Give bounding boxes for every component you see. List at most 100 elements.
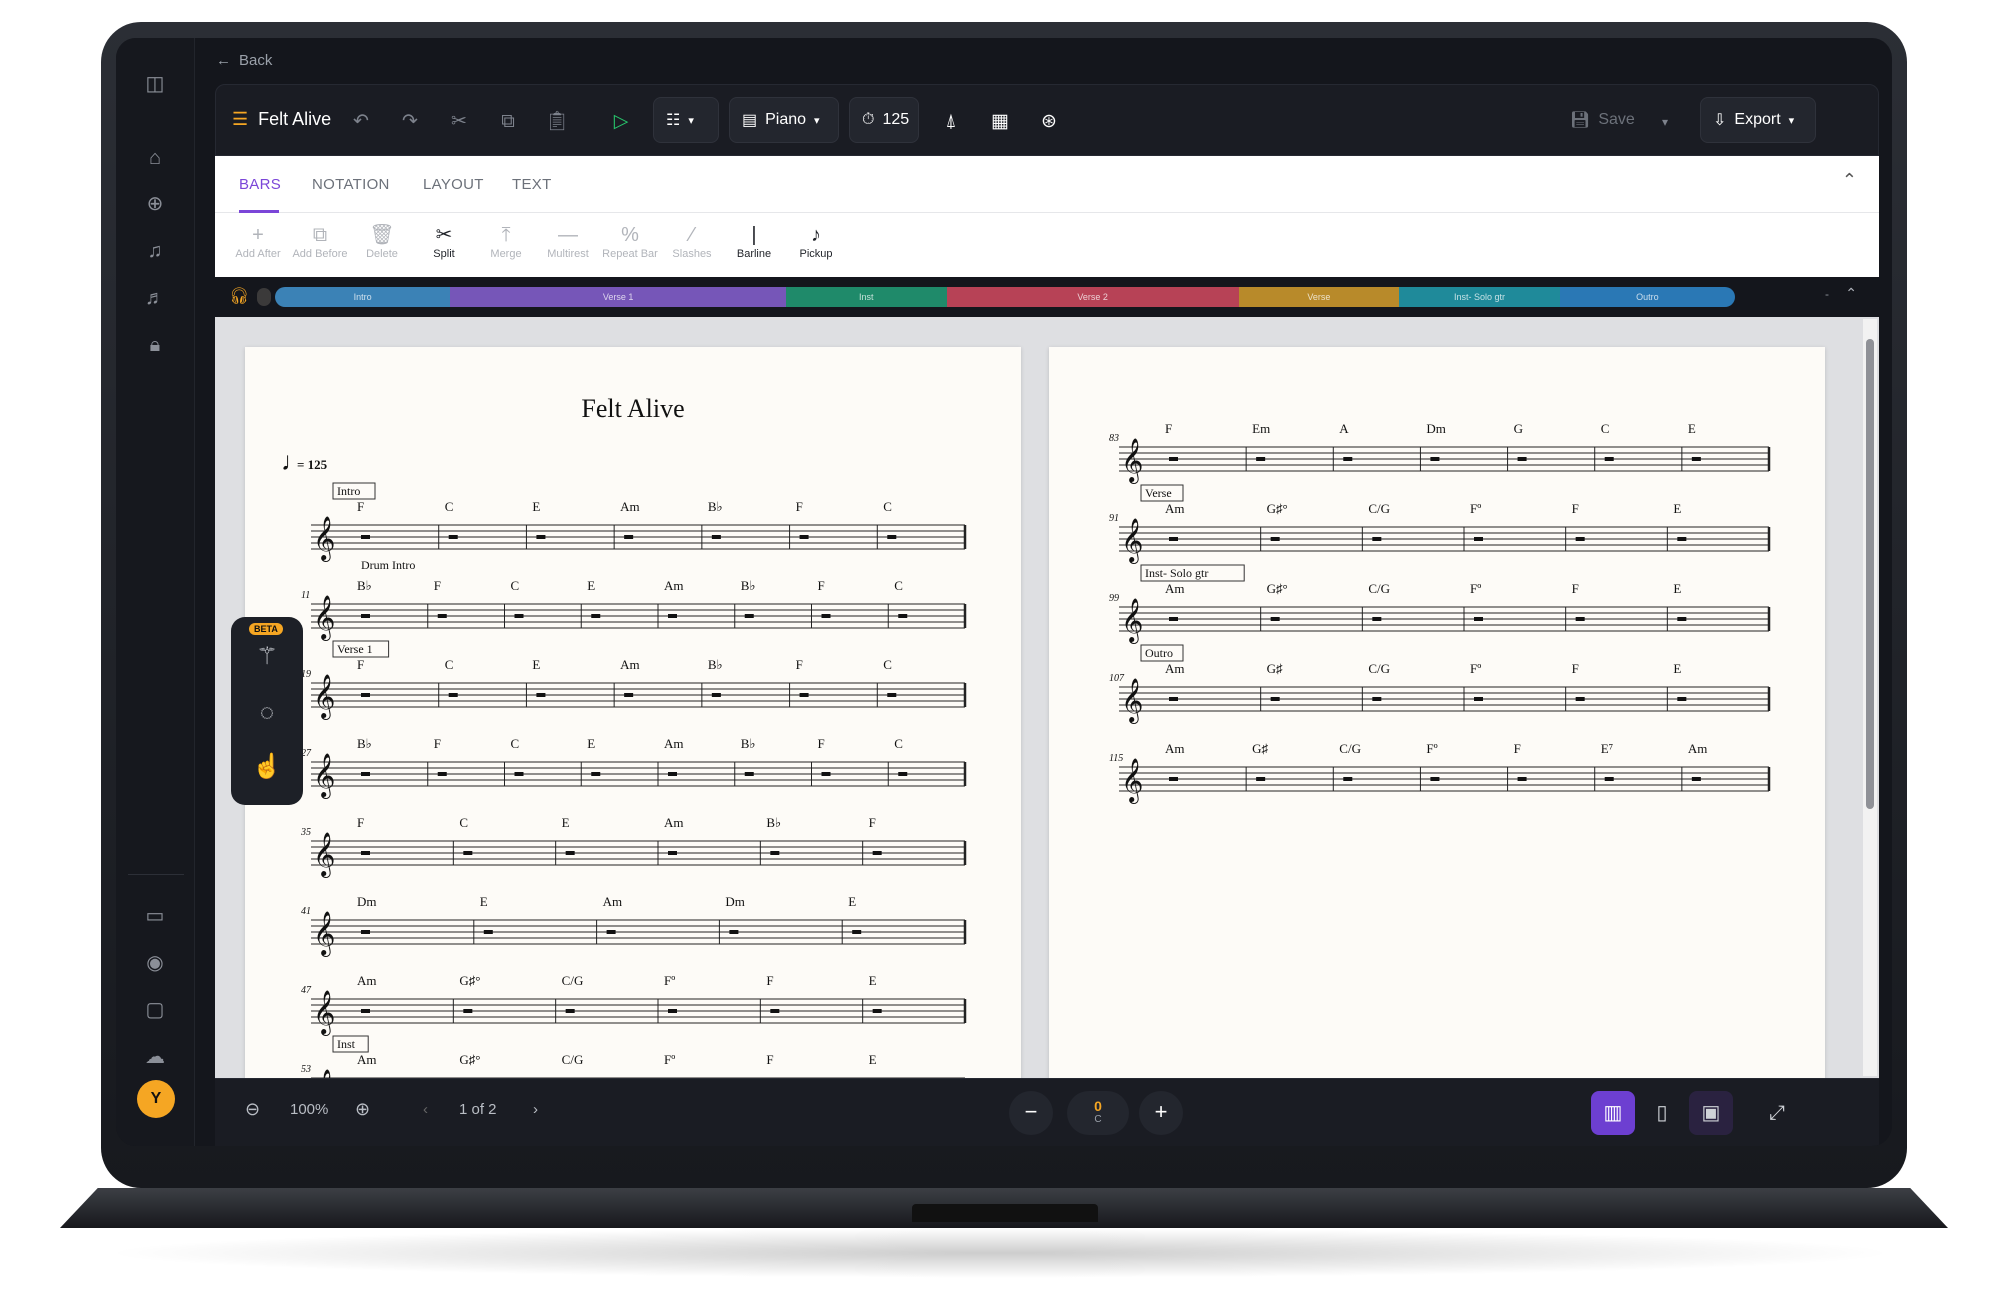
tool-icon: | xyxy=(751,224,757,246)
lock-icon[interactable]: 🔒︎ xyxy=(140,330,170,360)
tuner-icon[interactable]: ⊛ xyxy=(1032,105,1066,139)
tool-add-before[interactable]: ⧉ Add Before xyxy=(285,222,355,260)
tab-notation[interactable]: NOTATION xyxy=(312,176,390,193)
slash-mark xyxy=(1677,697,1687,701)
hand-tool-icon[interactable]: ☝ xyxy=(251,751,283,783)
tempo-button[interactable]: ⏱ 125 xyxy=(849,97,919,143)
transpose-down-button[interactable]: − xyxy=(1009,1091,1053,1135)
user-avatar[interactable]: Y xyxy=(137,1080,175,1118)
bottom-bar: ⊖ 100% ⊕ ‹ 1 of 2 › − 0 C + ▥ ▯ ▣ ⤢ xyxy=(215,1078,1879,1146)
sidebar-toggle-icon[interactable]: ◫ xyxy=(140,69,170,99)
single-page-view-icon[interactable]: ▯ xyxy=(1640,1091,1684,1135)
chord-symbol: F xyxy=(1572,581,1579,596)
slash-mark xyxy=(1343,777,1353,781)
zoom-in-icon[interactable]: ⊕ xyxy=(355,1099,370,1120)
slash-mark xyxy=(887,535,897,539)
section-segment[interactable]: Outro xyxy=(1559,287,1735,307)
section-segment[interactable]: Verse 2 xyxy=(946,287,1239,307)
collapse-panel-icon[interactable]: ⌃ xyxy=(1842,170,1857,191)
slash-mark xyxy=(1517,457,1527,461)
two-page-view-icon[interactable]: ▣ xyxy=(1689,1091,1733,1135)
tool-pickup[interactable]: ♪ Pickup xyxy=(781,222,851,260)
chord-symbol: F xyxy=(357,815,364,830)
tab-text[interactable]: TEXT xyxy=(512,176,552,193)
section-segment[interactable]: Inst- Solo gtr xyxy=(1399,287,1560,307)
play-icon[interactable]: ▷ xyxy=(604,105,638,139)
grid-icon[interactable]: ▦ xyxy=(983,105,1017,139)
score-title-group[interactable]: ☰ Felt Alive xyxy=(232,109,331,130)
account-icon[interactable]: ◉ xyxy=(140,948,170,978)
transpose-up-button[interactable]: + xyxy=(1139,1091,1183,1135)
tool-delete[interactable]: 🗑 Delete xyxy=(347,222,417,260)
tool-repeat-bar[interactable]: % Repeat Bar xyxy=(595,222,665,260)
timeline-collapse-icon[interactable]: ⌃ xyxy=(1845,285,1857,302)
tool-icon: — xyxy=(558,224,578,246)
redo-icon[interactable]: ↷ xyxy=(393,105,427,139)
playhead-marker[interactable] xyxy=(257,288,271,306)
music-note-icon[interactable]: ♫ xyxy=(140,236,170,266)
tool-add-after[interactable]: + Add After xyxy=(223,222,293,260)
metronome-icon[interactable]: ⍋ xyxy=(934,105,968,139)
chord-symbol: C xyxy=(883,657,892,672)
cloud-sync-icon[interactable]: ☁ xyxy=(140,1042,170,1072)
tab-bars[interactable]: BARS xyxy=(239,176,281,193)
undo-icon[interactable]: ↶ xyxy=(344,105,378,139)
vertical-view-icon[interactable]: ▥ xyxy=(1591,1091,1635,1135)
cut-icon[interactable]: ✂ xyxy=(442,105,476,139)
add-circle-icon[interactable]: ⊕ xyxy=(140,189,170,219)
timeline-minimize-icon[interactable]: - xyxy=(1825,287,1829,301)
tool-label: Split xyxy=(433,248,455,260)
section-segment[interactable]: Verse 1 xyxy=(450,287,786,307)
vertical-scrollbar[interactable] xyxy=(1863,319,1877,1076)
zoom-out-icon[interactable]: ⊖ xyxy=(245,1099,260,1120)
chat-icon[interactable]: ▢ xyxy=(140,995,170,1025)
slash-mark xyxy=(1169,457,1178,461)
export-button[interactable]: ⇩ Export ▾ xyxy=(1700,97,1816,143)
slash-mark xyxy=(1372,537,1382,541)
fullscreen-icon[interactable]: ⤢ xyxy=(1755,1091,1799,1135)
prev-page-icon[interactable]: ‹ xyxy=(423,1101,428,1118)
chord-symbol: E xyxy=(532,499,540,514)
card-icon[interactable]: ▭ xyxy=(140,901,170,931)
headphones-icon[interactable]: 🎧︎ xyxy=(229,286,249,306)
slash-mark xyxy=(1372,697,1382,701)
section-segment[interactable]: Intro xyxy=(275,287,451,307)
chord-symbol: F xyxy=(357,499,364,514)
scrollbar-thumb[interactable] xyxy=(1866,339,1874,809)
chord-symbol: E xyxy=(562,815,570,830)
back-link[interactable]: ← Back xyxy=(216,52,272,69)
tool-multirest[interactable]: — Multirest xyxy=(533,222,603,260)
paste-icon[interactable]: 📋︎ xyxy=(540,105,574,139)
next-page-icon[interactable]: › xyxy=(533,1101,538,1118)
tab-layout[interactable]: LAYOUT xyxy=(423,176,484,193)
music-file-icon[interactable]: ♬ xyxy=(140,283,170,313)
slash-mark xyxy=(536,693,546,697)
tool-merge[interactable]: ⤒ Merge xyxy=(471,222,541,260)
magic-wand-icon[interactable]: ⚚ xyxy=(251,641,283,673)
chord-symbol: E xyxy=(1673,661,1681,676)
slash-mark xyxy=(1169,617,1178,621)
copy-icon[interactable]: ⧉ xyxy=(491,105,525,139)
tool-split[interactable]: ✂ Split xyxy=(409,222,479,260)
instrument-select[interactable]: ▤ Piano ▾ xyxy=(729,97,839,143)
slash-mark xyxy=(1372,617,1382,621)
bar-number: 107 xyxy=(1109,673,1125,684)
slash-mark xyxy=(770,1009,780,1013)
save-button[interactable]: 💾︎ Save xyxy=(1558,97,1658,143)
home-icon[interactable]: ⌂ xyxy=(140,143,170,173)
score-page-1-svg: Felt Alive ♩ = 125 𝄞F C E Am B♭ F CIntro𝄞11B♭ F… xyxy=(281,394,967,1078)
slash-mark xyxy=(668,1009,677,1013)
chord-symbol: E xyxy=(1673,581,1681,596)
piano-icon: ▤ xyxy=(742,112,758,129)
treble-clef: 𝄞 xyxy=(313,991,335,1036)
lasso-select-icon[interactable]: ◌ xyxy=(251,697,283,729)
tool-barline[interactable]: | Barline xyxy=(719,222,789,260)
save-menu-chevron-icon[interactable]: ▾ xyxy=(1648,105,1682,139)
score-title: Felt Alive xyxy=(258,109,332,129)
tool-slashes[interactable]: ⁄ Slashes xyxy=(657,222,727,260)
slash-mark xyxy=(361,614,370,618)
mixer-button[interactable]: ☷ ▾ xyxy=(653,97,719,143)
section-segment[interactable]: Verse xyxy=(1238,287,1400,307)
section-segment[interactable]: Inst xyxy=(785,287,947,307)
rehearsal-mark: Inst- Solo gtr xyxy=(1145,566,1208,580)
